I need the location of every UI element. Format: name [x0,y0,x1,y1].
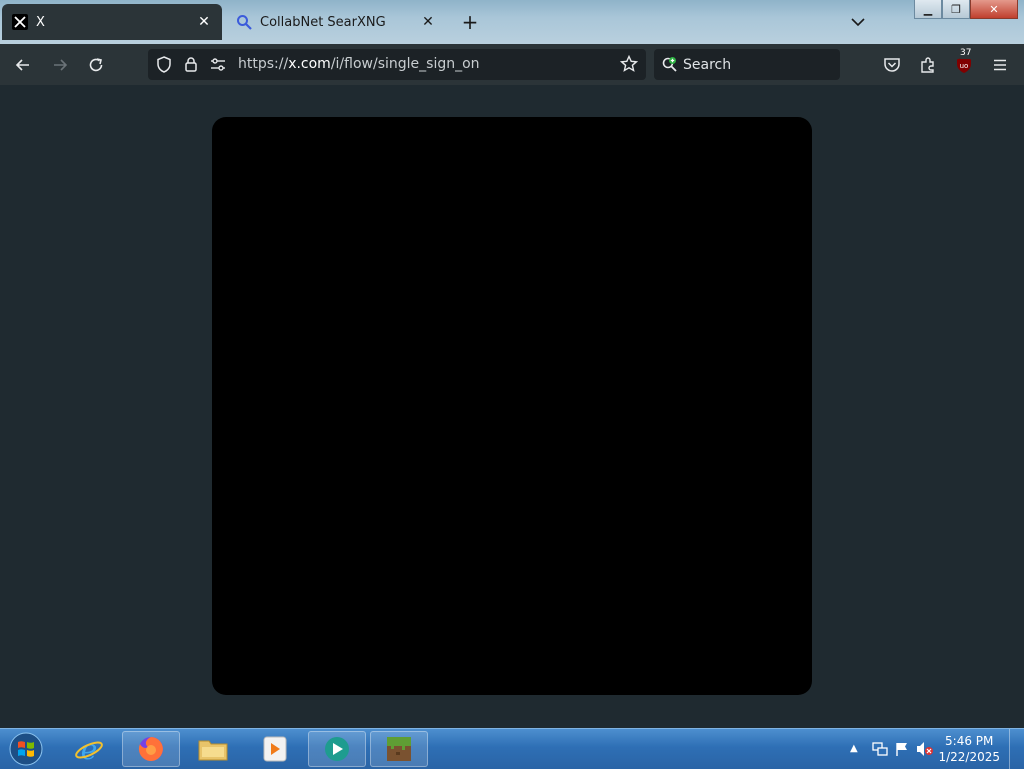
search-engine-icon[interactable] [661,56,679,74]
navigation-toolbar: https://x.com/i/flow/single_sign_on Sear… [0,44,1024,85]
extensions-button[interactable] [915,52,941,78]
taskbar-firefox[interactable] [122,731,180,767]
shield-icon[interactable] [156,56,172,73]
hamburger-menu-icon [994,59,1006,71]
new-tab-button[interactable]: + [460,12,480,32]
extension-badge: 37 [958,48,974,59]
network-icon[interactable] [872,741,888,757]
page-content [0,85,1024,728]
list-all-tabs-button[interactable] [848,12,868,32]
tab-title: X [36,14,45,30]
menu-button[interactable] [987,52,1013,78]
firefox-icon [138,737,163,761]
permissions-icon[interactable] [210,57,226,72]
clock-date: 1/22/2025 [938,750,1000,764]
svg-text:e: e [81,733,98,765]
pocket-button[interactable] [879,52,905,78]
window-controls: ▁ ❐ ✕ [914,0,1018,20]
close-icon[interactable]: ✕ [420,14,436,30]
taskbar-minecraft[interactable] [370,731,428,767]
windows-orb-icon [9,732,43,766]
clock-time: 5:46 PM [945,734,994,748]
tab-title: CollabNet SearXNG [260,14,386,30]
system-clock[interactable]: 5:46 PM 1/22/2025 [938,733,1000,765]
forward-button[interactable] [47,52,73,78]
url-scheme: https:// [238,56,289,72]
tab-searxng[interactable]: CollabNet SearXNG ✕ [226,4,446,40]
search-icon [236,14,252,30]
video-call-icon [325,737,349,761]
reload-icon [89,58,103,72]
show-hidden-icons-button[interactable]: ▲ [850,743,858,754]
taskbar-internet-explorer[interactable]: e [60,731,118,767]
search-placeholder: Search [683,57,732,73]
back-arrow-icon [15,59,29,71]
taskbar-app-green[interactable] [308,731,366,767]
address-bar[interactable]: https://x.com/i/flow/single_sign_on [148,49,646,80]
x-logo-icon [12,14,28,30]
folder-icon [198,740,228,761]
url-text[interactable]: https://x.com/i/flow/single_sign_on [238,56,480,72]
lock-icon[interactable] [184,56,198,73]
show-desktop-button[interactable] [1009,729,1024,769]
pocket-icon [884,58,900,72]
start-button[interactable] [6,731,46,767]
reload-button[interactable] [83,52,109,78]
internet-explorer-icon: e [75,733,103,765]
back-button[interactable] [10,52,36,78]
volume-muted-icon[interactable] [916,741,934,757]
window-close-button[interactable]: ✕ [970,0,1018,19]
system-tray: ▲ 5:46 PM 1/22/2025 [834,729,1024,769]
taskbar-file-explorer[interactable] [184,731,242,767]
chevron-down-icon [851,18,865,27]
taskbar-media-player[interactable] [246,731,304,767]
search-bar[interactable]: Search [654,49,840,80]
puzzle-icon [921,57,934,73]
forward-arrow-icon [54,59,68,71]
minimize-button[interactable]: ▁ [914,0,942,19]
url-host: x.com [288,56,331,72]
bookmark-star-icon[interactable] [620,55,638,73]
svg-text:uo: uo [960,62,969,70]
tab-x[interactable]: X ✕ [2,4,222,40]
media-player-icon [263,736,287,762]
close-icon[interactable]: ✕ [196,14,212,30]
tab-strip: X ✕ CollabNet SearXNG ✕ + ▁ ❐ ✕ [0,0,1024,44]
grass-block-icon [387,737,411,761]
windows-taskbar: e ▲ 5:46 PM 1/22/2025 [0,728,1024,769]
restore-button[interactable]: ❐ [942,0,970,19]
action-center-flag-icon[interactable] [894,741,910,757]
url-path: /i/flow/single_sign_on [330,56,480,72]
sign-in-dialog [212,117,812,695]
